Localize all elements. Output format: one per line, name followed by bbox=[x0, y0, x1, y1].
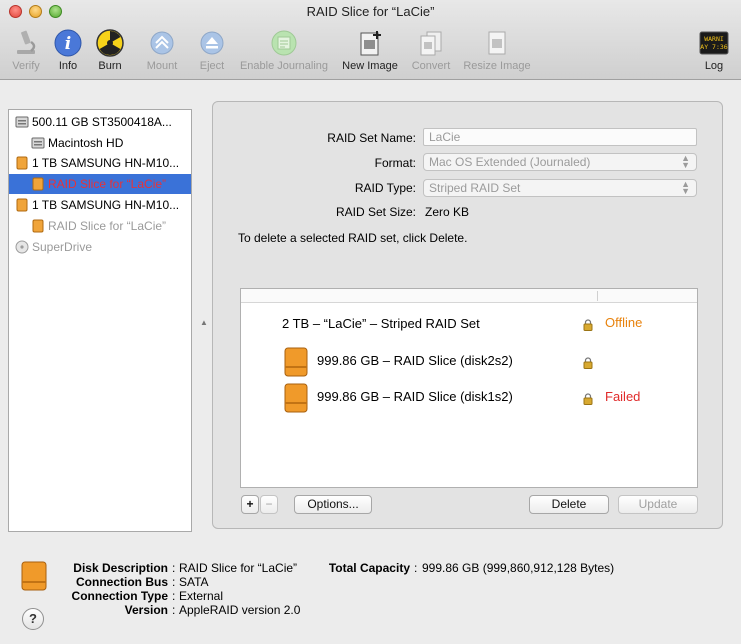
raid-set-size-value: Zero KB bbox=[425, 205, 470, 219]
version-label: Version bbox=[124, 603, 168, 617]
sidebar-item-samsung-disk-1[interactable]: 1 TB SAMSUNG HN-M10... bbox=[9, 153, 191, 173]
raid-slice-icon bbox=[32, 177, 44, 191]
lock-icon bbox=[583, 357, 593, 369]
svg-text:WARNI: WARNI bbox=[704, 35, 724, 43]
lock-icon bbox=[583, 393, 593, 405]
connection-bus-label: Connection Bus bbox=[76, 575, 168, 589]
format-popup[interactable]: Mac OS Extended (Journaled) ▲ ▼ bbox=[423, 153, 697, 171]
drive-icon bbox=[284, 347, 308, 377]
convert-button[interactable]: Convert bbox=[408, 28, 454, 72]
info-separator: : bbox=[172, 603, 176, 617]
raid-members-list[interactable]: 2 TB – “LaCie” – Striped RAID Set Offlin… bbox=[240, 288, 698, 488]
info-separator: : bbox=[172, 575, 176, 589]
delete-hint-text: To delete a selected RAID set, click Del… bbox=[238, 231, 468, 245]
info-button[interactable]: i Info bbox=[52, 28, 84, 72]
external-disk-icon bbox=[16, 156, 28, 170]
delete-button[interactable]: Delete bbox=[529, 495, 609, 514]
resize-image-icon bbox=[488, 31, 506, 55]
journal-icon bbox=[271, 30, 297, 56]
window-title: RAID Slice for “LaCie” bbox=[306, 4, 435, 19]
help-button[interactable]: ? bbox=[22, 608, 44, 630]
offline-status: Offline bbox=[605, 315, 643, 330]
total-capacity-label: Total Capacity bbox=[328, 561, 410, 575]
eject-icon bbox=[200, 31, 224, 55]
microscope-icon bbox=[17, 30, 36, 54]
drive-icon bbox=[284, 383, 308, 413]
disk-description-label: Disk Description bbox=[73, 561, 168, 575]
volume-icon bbox=[31, 137, 45, 149]
connection-type-value: External bbox=[179, 589, 224, 603]
info-icon: i bbox=[54, 29, 82, 57]
connection-bus-value: SATA bbox=[179, 575, 209, 589]
enable-journaling-button[interactable]: Enable Journaling bbox=[236, 28, 332, 72]
raid-set-name-input[interactable]: LaCie bbox=[423, 128, 697, 146]
eject-button[interactable]: Eject bbox=[196, 28, 228, 72]
raid-type-popup[interactable]: Striped RAID Set ▲ ▼ bbox=[423, 179, 697, 197]
connection-type-label: Connection Type bbox=[71, 589, 168, 603]
raid-set-name-label: RAID Set Name: bbox=[327, 131, 416, 145]
popup-arrows-icon: ▲ ▼ bbox=[681, 179, 690, 196]
lock-icon bbox=[583, 319, 593, 331]
mount-button[interactable]: Mount bbox=[142, 28, 182, 72]
svg-text:AY 7:36: AY 7:36 bbox=[700, 43, 727, 51]
format-label: Format: bbox=[374, 156, 416, 170]
info-separator: : bbox=[172, 561, 176, 575]
disk-description-value: RAID Slice for “LaCie” bbox=[179, 561, 298, 575]
internal-disk-icon bbox=[15, 116, 29, 128]
update-button[interactable]: Update bbox=[618, 495, 698, 514]
sidebar-item-internal-disk[interactable]: 500.11 GB ST3500418A... bbox=[9, 112, 191, 132]
sidebar-item-raid-slice-2[interactable]: RAID Slice for “LaCie” bbox=[9, 216, 191, 236]
info-separator: : bbox=[414, 561, 418, 575]
options-button[interactable]: Options... bbox=[294, 495, 372, 514]
disk-list-sidebar[interactable]: 500.11 GB ST3500418A... Macintosh HD 1 T… bbox=[8, 109, 192, 532]
resize-image-button[interactable]: Resize Image bbox=[460, 28, 534, 72]
version-value: AppleRAID version 2.0 bbox=[179, 603, 301, 617]
burn-button[interactable]: Burn bbox=[93, 28, 127, 72]
split-view-handle[interactable]: ▲ bbox=[200, 318, 208, 327]
new-image-button[interactable]: New Image bbox=[340, 28, 400, 72]
total-capacity-value: 999.86 GB (999,860,912,128 Bytes) bbox=[422, 561, 615, 575]
raid-set-row[interactable]: 2 TB – “LaCie” – Striped RAID Set bbox=[282, 316, 480, 331]
mount-icon bbox=[150, 31, 174, 55]
sidebar-item-superdrive[interactable]: SuperDrive bbox=[9, 237, 191, 257]
sidebar-item-samsung-disk-2[interactable]: 1 TB SAMSUNG HN-M10... bbox=[9, 195, 191, 215]
svg-text:i: i bbox=[65, 34, 71, 54]
add-raid-member-button[interactable]: + bbox=[241, 495, 259, 514]
verify-button[interactable]: Verify bbox=[8, 28, 44, 72]
raid-member-row-disk2s2[interactable]: 999.86 GB – RAID Slice (disk2s2) bbox=[317, 353, 513, 368]
raid-slice-icon bbox=[32, 219, 44, 233]
list-header bbox=[241, 289, 697, 303]
window-toolbar: RAID Slice for “LaCie” Verify i Info Bur… bbox=[0, 0, 741, 80]
log-button[interactable]: WARNI AY 7:36 Log bbox=[698, 28, 730, 72]
sidebar-item-macintosh-hd[interactable]: Macintosh HD bbox=[9, 133, 191, 153]
convert-icon bbox=[420, 31, 442, 56]
raid-set-size-label: RAID Set Size: bbox=[335, 205, 416, 219]
console-log-icon: WARNI AY 7:36 bbox=[699, 31, 729, 55]
sidebar-item-raid-slice-1[interactable]: RAID Slice for “LaCie” bbox=[9, 174, 191, 194]
failed-status: Failed bbox=[605, 389, 641, 404]
raid-panel: RAID Set Name: LaCie Format: Mac OS Exte… bbox=[212, 101, 723, 529]
remove-raid-member-button[interactable]: − bbox=[260, 495, 278, 514]
optical-drive-icon bbox=[15, 240, 29, 254]
new-image-icon bbox=[360, 31, 381, 56]
raid-member-row-disk1s2[interactable]: 999.86 GB – RAID Slice (disk1s2) bbox=[317, 389, 513, 404]
raid-type-label: RAID Type: bbox=[354, 181, 416, 195]
radiation-burn-icon bbox=[96, 29, 124, 57]
info-separator: : bbox=[172, 589, 176, 603]
external-disk-icon bbox=[16, 198, 28, 212]
popup-arrows-icon: ▲ ▼ bbox=[681, 153, 690, 170]
